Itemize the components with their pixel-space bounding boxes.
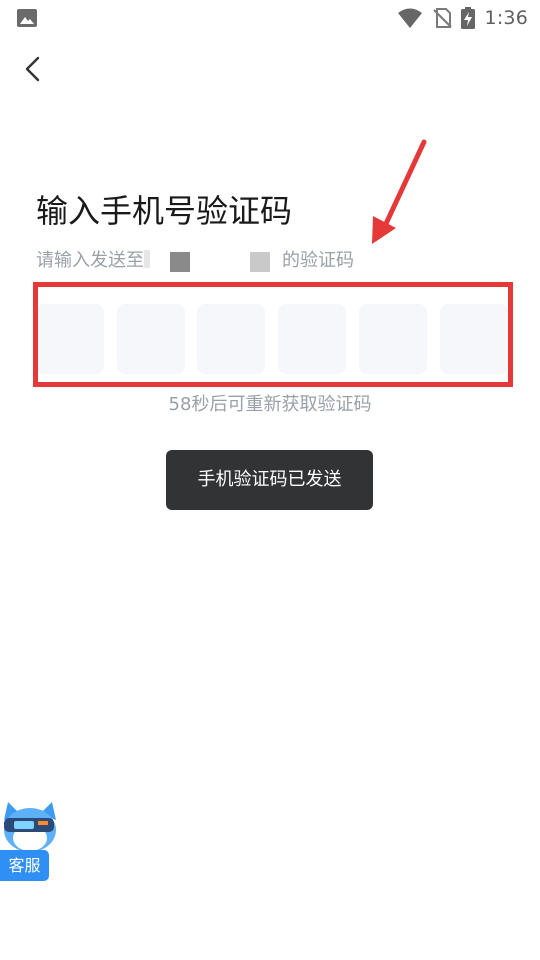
gallery-icon: [17, 9, 37, 27]
wifi-icon: [397, 8, 422, 28]
toast-message: 手机验证码已发送: [166, 450, 373, 510]
chevron-left-icon: [25, 56, 40, 82]
code-input[interactable]: [38, 304, 508, 374]
resend-countdown: 58秒后可重新获取验证码: [168, 394, 372, 415]
battery-charging-icon: [460, 7, 475, 29]
code-cell-4[interactable]: [278, 304, 346, 374]
subtitle-prefix: 请输入发送至: [36, 250, 144, 271]
code-cell-1[interactable]: [38, 304, 104, 374]
code-cell-2[interactable]: [117, 304, 185, 374]
status-bar: 1:36: [0, 0, 540, 36]
back-button[interactable]: [16, 52, 50, 86]
phone-mask-dark: [170, 252, 190, 272]
annotation-arrow-icon: [372, 139, 427, 244]
cat-mascot-icon: [4, 802, 56, 852]
phone-mask-light: [250, 252, 270, 272]
code-cell-5[interactable]: [359, 304, 427, 374]
code-input-highlight-box: [33, 282, 513, 387]
subtitle-suffix: 的验证码: [282, 250, 354, 271]
code-cell-6[interactable]: [440, 304, 508, 374]
customer-service-label: 客服: [0, 850, 49, 881]
page-title: 输入手机号验证码: [36, 192, 293, 230]
subtitle: 请输入发送至 的验证码: [36, 246, 366, 272]
no-sim-icon: [432, 8, 452, 28]
status-time: 1:36: [484, 7, 528, 29]
customer-service-button[interactable]: 客服: [0, 800, 60, 884]
code-cell-3[interactable]: [197, 304, 265, 374]
phone-mask-edge: [144, 250, 150, 268]
